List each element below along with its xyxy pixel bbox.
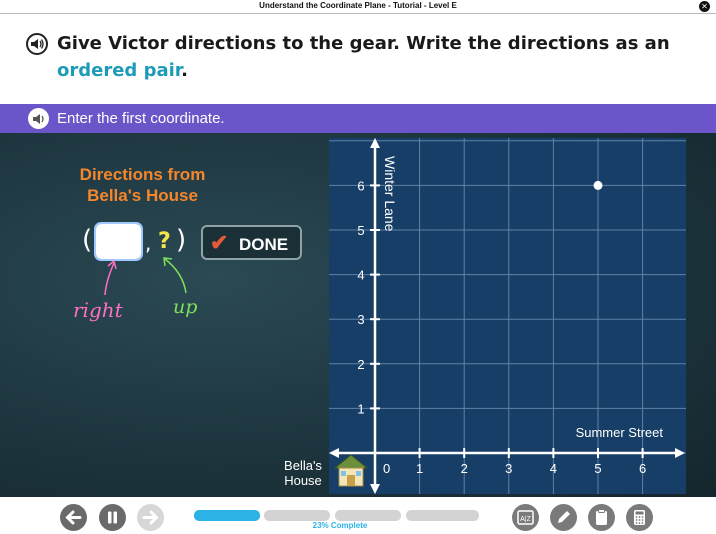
hint-up-label: up xyxy=(173,296,198,318)
progress-segment xyxy=(335,510,401,521)
glossary-text: A|Z xyxy=(520,516,531,523)
y-tick-label: 1 xyxy=(357,401,364,416)
glossary-button[interactable]: A|Z xyxy=(512,504,539,531)
x-tick-label: 6 xyxy=(639,461,646,476)
close-icon[interactable]: ✕ xyxy=(699,1,710,12)
arrow-left-icon xyxy=(65,510,82,525)
instruction-bar: Enter the first coordinate. xyxy=(0,104,716,133)
title-bar: Understand the Coordinate Plane - Tutori… xyxy=(0,0,716,14)
y-tick-label: 3 xyxy=(357,312,364,327)
done-button-label: DONE xyxy=(239,235,289,254)
house-label-line2: House xyxy=(284,473,322,488)
x-tick-label: 5 xyxy=(594,461,601,476)
x-axis-label: Summer Street xyxy=(576,425,664,440)
x-axis-arrow-right xyxy=(675,448,685,458)
glossary-icon: A|Z xyxy=(517,510,534,525)
forward-button[interactable] xyxy=(137,504,164,531)
pencil-button[interactable] xyxy=(550,504,577,531)
x-tick-label: 2 xyxy=(461,461,468,476)
calculator-button[interactable] xyxy=(626,504,653,531)
instruction-text: Enter the first coordinate. xyxy=(57,110,225,127)
gear-location-point xyxy=(593,180,603,190)
x-tick-label: 3 xyxy=(505,461,512,476)
y-axis-arrow-down xyxy=(370,484,380,494)
activity-board: Directions from Bella's House ( , ? ) ✔ … xyxy=(0,133,716,497)
ordered-pair-link[interactable]: ordered pair xyxy=(57,60,181,81)
instruction-audio-button[interactable] xyxy=(28,108,49,129)
clipboard-icon xyxy=(596,509,607,525)
pencil-icon xyxy=(558,511,570,523)
coordinate-grid: 1 2 3 4 5 6 1 2 3 4 5 6 0 Summer Street Winter Lane xyxy=(329,138,686,494)
bella-house-label: Bella's House xyxy=(276,458,330,488)
arrow-right-icon xyxy=(142,510,159,525)
footer: 23% Complete A|Z xyxy=(0,497,716,534)
progress-segment xyxy=(406,510,479,521)
x-tick-label: 1 xyxy=(416,461,423,476)
y-tick-label: 5 xyxy=(357,223,364,238)
progress-label: 23% Complete xyxy=(312,521,368,530)
question-text: Give Victor directions to the gear. Writ… xyxy=(57,30,677,84)
hint-right-label: right xyxy=(73,298,123,322)
house-label-line1: Bella's xyxy=(284,458,322,473)
question-part1: Give Victor directions to the gear. Writ… xyxy=(57,33,670,54)
y-axis-label: Winter Lane xyxy=(382,156,398,232)
progress-bar xyxy=(194,510,479,521)
question-audio-button[interactable] xyxy=(26,33,48,55)
window-title: Understand the Coordinate Plane - Tutori… xyxy=(259,1,457,10)
speaker-icon xyxy=(31,39,44,49)
y-tick-label: 4 xyxy=(357,268,364,283)
pause-icon xyxy=(108,511,117,524)
calculator-icon xyxy=(634,510,645,525)
coordinate-grid-svg: 1 2 3 4 5 6 1 2 3 4 5 6 0 Summer Street Winter Lane xyxy=(329,138,686,494)
progress-fill xyxy=(194,510,260,521)
right-hint-arrow xyxy=(104,262,115,296)
origin-label: 0 xyxy=(383,461,390,476)
question-area: Give Victor directions to the gear. Writ… xyxy=(0,15,716,103)
progress-segment xyxy=(264,510,330,521)
back-button[interactable] xyxy=(60,504,87,531)
up-hint-arrow xyxy=(164,258,187,294)
clipboard-button[interactable] xyxy=(588,504,615,531)
question-end: . xyxy=(181,60,188,81)
house-icon xyxy=(333,454,369,487)
x-tick-label: 4 xyxy=(550,461,557,476)
speaker-icon xyxy=(33,114,44,124)
y-tick-label: 2 xyxy=(357,357,364,372)
y-tick-label: 6 xyxy=(357,178,364,193)
pause-button[interactable] xyxy=(99,504,126,531)
y-axis-arrow-up xyxy=(370,138,380,148)
